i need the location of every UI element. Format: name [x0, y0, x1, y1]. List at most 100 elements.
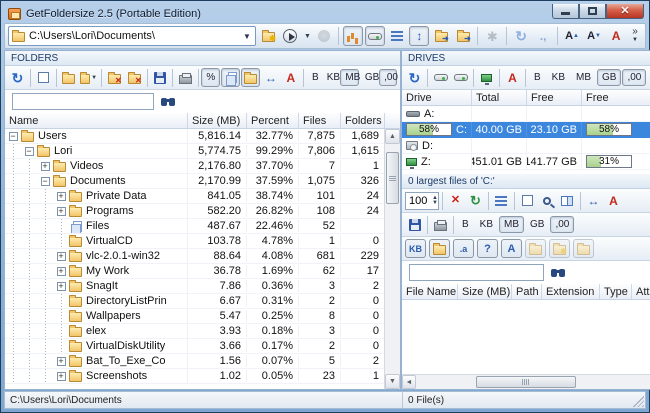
folder-name[interactable]: Videos: [70, 160, 103, 172]
scan-all-drives-button[interactable]: [451, 68, 470, 87]
folders-font-color-button[interactable]: A: [281, 68, 300, 87]
folder-name[interactable]: elex: [86, 325, 106, 337]
new-scan-button[interactable]: ✱: [258, 26, 278, 46]
tree-row[interactable]: VirtualCD 103.78 4.78% 1 0: [5, 234, 385, 249]
folder-name[interactable]: DirectoryListPrin: [86, 295, 167, 307]
filter-extension-button[interactable]: .a: [453, 239, 474, 258]
columns-button[interactable]: [558, 191, 577, 210]
network-drives-button[interactable]: [477, 68, 496, 87]
unit-mb-button[interactable]: MB: [340, 69, 360, 86]
folders-save-button[interactable]: [150, 68, 169, 87]
sort-button[interactable]: ↕: [409, 26, 430, 46]
tree-row[interactable]: Files 487.67 22.46% 52: [5, 219, 384, 234]
combobox-dropdown-icon[interactable]: ▼: [240, 28, 253, 44]
folder-name[interactable]: Bat_To_Exe_Co: [86, 355, 166, 367]
tree-row[interactable]: + Bat_To_Exe_Co 1.56 0.07% 5 2: [5, 354, 385, 369]
column-header-size[interactable]: Size (MB): [188, 113, 247, 128]
scroll-up-icon[interactable]: ▲: [385, 129, 400, 144]
drives-unit-decimal-button[interactable]: ,00: [622, 69, 647, 86]
column-header-attrib[interactable]: Attrib: [632, 284, 650, 299]
minimize-button[interactable]: [552, 4, 579, 19]
tree-row[interactable]: VirtualDiskUtility 3.66 0.17% 2 0: [5, 339, 385, 354]
folder-name[interactable]: Documents: [70, 175, 126, 187]
scroll-thumb[interactable]: [476, 376, 576, 388]
clear-files-button[interactable]: [518, 191, 537, 210]
open-folder-menu-button[interactable]: ▼: [79, 68, 98, 87]
file-count-spinner[interactable]: 100 ▲ ▼: [405, 191, 439, 210]
expand-toggle-icon[interactable]: +: [56, 251, 66, 261]
maximize-button[interactable]: [579, 4, 606, 19]
scroll-left-icon[interactable]: ◄: [402, 375, 416, 389]
scan-drive-button[interactable]: [431, 68, 450, 87]
drives-unit-gb-button[interactable]: GB: [597, 69, 622, 86]
column-header-path[interactable]: Path: [512, 284, 542, 299]
tree-row[interactable]: + SnagIt 7.86 0.36% 3 2: [5, 279, 385, 294]
expand-toggle-icon[interactable]: +: [56, 206, 66, 216]
column-header-folders[interactable]: Folders: [341, 113, 385, 128]
font-color-button[interactable]: A: [606, 26, 626, 46]
folder-name[interactable]: VirtualCD: [86, 235, 133, 247]
files-unit-gb-button[interactable]: GB: [525, 216, 549, 233]
collapse-toggle-icon[interactable]: −: [40, 176, 50, 186]
unit-gb-button[interactable]: GB: [360, 69, 379, 86]
collapse-toggle-icon[interactable]: −: [24, 146, 34, 156]
font-smaller-button[interactable]: A ▼: [584, 26, 604, 46]
files-search-input[interactable]: [409, 264, 544, 281]
filter-attrib-button[interactable]: A: [501, 239, 522, 258]
collapse-toggle-icon[interactable]: −: [8, 131, 18, 141]
scroll-down-icon[interactable]: ▼: [385, 374, 400, 389]
folder-name[interactable]: Private Data: [86, 190, 147, 202]
unit-decimal-button[interactable]: ,00: [379, 69, 398, 86]
drive-row[interactable]: Z: 451.01 GB 141.77 GB 31%: [402, 154, 650, 170]
binoculars-icon[interactable]: [161, 97, 170, 106]
column-header-files[interactable]: Files: [299, 113, 341, 128]
column-header-type[interactable]: Type: [600, 284, 632, 299]
drive-row[interactable]: A:: [402, 106, 650, 122]
folder-name[interactable]: My Work: [86, 265, 129, 277]
options-button[interactable]: ✱: [482, 26, 502, 46]
files-horizontal-scrollbar[interactable]: ◄ ►: [402, 374, 650, 389]
remove-all-folders-button[interactable]: ✕: [125, 68, 144, 87]
drives-unit-mb-button[interactable]: MB: [571, 69, 596, 86]
folder-name[interactable]: Users: [38, 130, 67, 142]
spinner-arrows-icon[interactable]: ▲ ▼: [432, 195, 438, 206]
drives-unit-b-button[interactable]: B: [529, 69, 546, 86]
decimal-format-button[interactable]: .,: [533, 26, 553, 46]
tree-row[interactable]: DirectoryListPrin 6.67 0.31% 2 0: [5, 294, 385, 309]
drives-refresh-button[interactable]: ↻: [405, 68, 424, 87]
show-folders-button[interactable]: [241, 68, 261, 87]
font-bigger-button[interactable]: A ▲: [562, 26, 582, 46]
folder-name[interactable]: VirtualDiskUtility: [86, 340, 165, 352]
folder-name[interactable]: Lori: [54, 145, 72, 157]
column-header-free-percent[interactable]: Free: [582, 90, 650, 105]
tree-row[interactable]: + Screenshots 1.02 0.05% 23 1: [5, 369, 385, 384]
show-percent-button[interactable]: %: [201, 68, 221, 87]
toggle-folders-view-button[interactable]: [343, 26, 364, 46]
refresh-all-button[interactable]: ↻: [511, 26, 531, 46]
tree-row[interactable]: − Users 5,816.14 32.77% 7,875 1,689: [5, 129, 385, 144]
folder-name[interactable]: Screenshots: [86, 370, 147, 382]
column-header-file-size[interactable]: Size (MB): [458, 284, 512, 299]
remove-folder-button[interactable]: ✕: [105, 68, 124, 87]
stop-scan-button[interactable]: [314, 26, 334, 46]
recycle-file-button[interactable]: ↻: [466, 191, 485, 210]
column-header-free[interactable]: Free: [527, 90, 582, 105]
expand-toggle-icon[interactable]: +: [56, 371, 66, 381]
tree-row[interactable]: Wallpapers 5.47 0.25% 8 0: [5, 309, 385, 324]
binoculars-icon[interactable]: [551, 268, 560, 277]
filter-date-accessed-button[interactable]: [573, 239, 594, 258]
files-font-color-button[interactable]: A: [604, 191, 623, 210]
folder-up-button[interactable]: ➜: [431, 26, 451, 46]
drive-row[interactable]: 58% C: 40.00 GB 23.10 GB 58%: [402, 122, 650, 138]
files-unit-b-button[interactable]: B: [457, 216, 474, 233]
filter-folder-button[interactable]: [429, 239, 450, 258]
column-header-file-name[interactable]: File Name: [402, 284, 458, 299]
files-unit-decimal-button[interactable]: ,00: [550, 216, 575, 233]
tree-row[interactable]: + vlc-2.0.1-win32 88.64 4.08% 681 229: [5, 249, 385, 264]
tree-row[interactable]: elex 3.93 0.18% 3 0: [5, 324, 385, 339]
folders-refresh-button[interactable]: ↻: [8, 68, 27, 87]
folder-name[interactable]: vlc-2.0.1-win32: [86, 250, 160, 262]
files-unit-kb-button[interactable]: KB: [475, 216, 498, 233]
clear-selection-button[interactable]: [34, 68, 53, 87]
open-folder-button[interactable]: [59, 68, 78, 87]
